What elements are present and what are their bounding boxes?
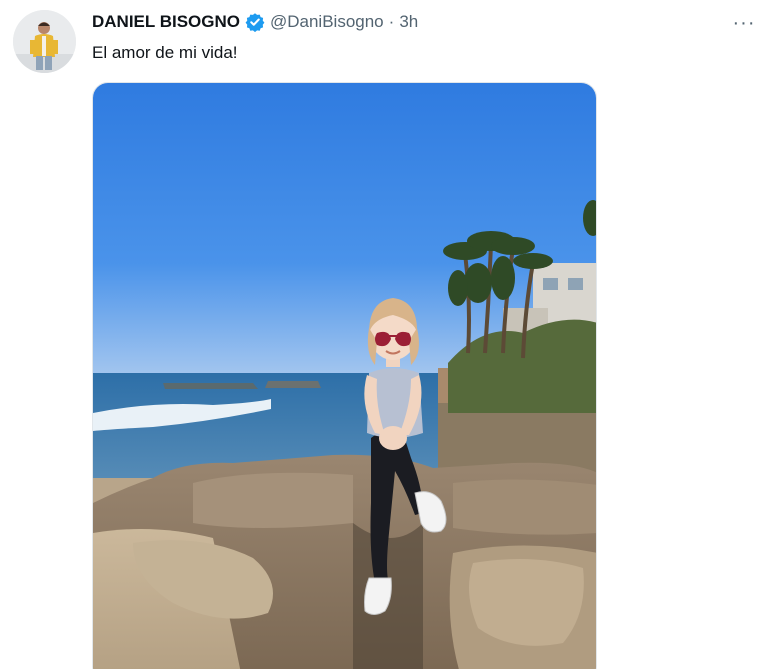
handle[interactable]: @DaniBisogno	[270, 12, 384, 32]
separator-dot: ·	[388, 12, 395, 31]
tweet: DANIEL BISOGNO @DaniBisogno · 3h ··· El …	[0, 0, 768, 669]
display-name[interactable]: DANIEL BISOGNO	[92, 12, 240, 32]
beach-photo	[93, 83, 596, 669]
verified-badge-icon	[245, 12, 265, 33]
tweet-text: El amor de mi vida!	[92, 43, 238, 62]
avatar[interactable]	[13, 10, 76, 73]
timestamp[interactable]: 3h	[399, 12, 418, 32]
tweet-header: DANIEL BISOGNO @DaniBisogno · 3h	[92, 12, 418, 33]
more-options-button[interactable]: ···	[729, 8, 759, 38]
tweet-photo[interactable]	[92, 82, 597, 669]
more-options-icon: ···	[732, 12, 756, 34]
